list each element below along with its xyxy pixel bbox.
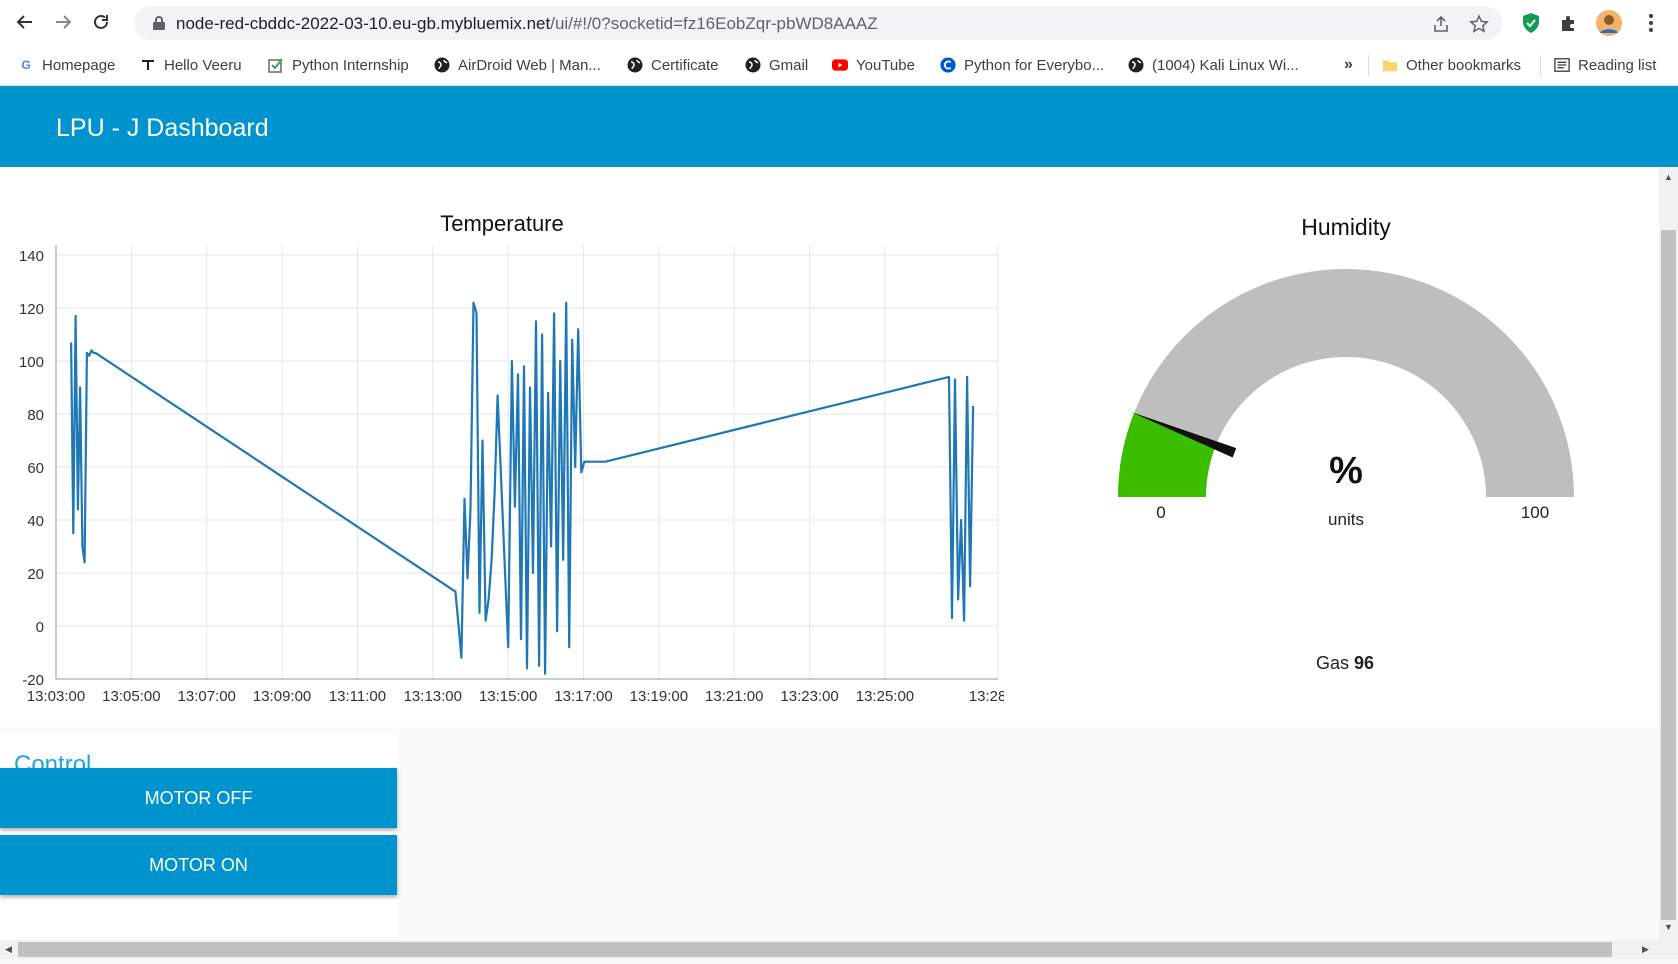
youtube-icon bbox=[832, 57, 848, 73]
humidity-title: Humidity bbox=[1301, 214, 1391, 240]
bookmark-hello-veeru[interactable]: Hello Veeru bbox=[140, 55, 242, 75]
other-bookmarks-label: Other bookmarks bbox=[1406, 56, 1522, 74]
globe-icon bbox=[434, 57, 450, 73]
globe-icon bbox=[1128, 57, 1144, 73]
extensions-puzzle-icon[interactable] bbox=[1556, 10, 1582, 36]
y-tick-label: 20 bbox=[27, 566, 44, 583]
y-tick-label: -20 bbox=[22, 672, 44, 689]
reload-icon[interactable] bbox=[88, 9, 114, 35]
x-tick-label: 13:23:00 bbox=[780, 688, 838, 705]
folder-icon bbox=[1382, 57, 1398, 73]
gauge-units: units bbox=[1328, 510, 1364, 529]
coursera-icon bbox=[940, 57, 956, 73]
y-tick-label: 0 bbox=[36, 619, 44, 636]
x-tick-label: 13:11:00 bbox=[329, 688, 386, 705]
shield-extension-icon[interactable] bbox=[1518, 10, 1544, 36]
bookmark-label: Certificate bbox=[651, 56, 719, 74]
hanger-icon bbox=[140, 57, 156, 73]
x-tick-label: 13:03:00 bbox=[27, 688, 85, 705]
gas-label: Gas bbox=[1315, 653, 1349, 673]
motor-off-button[interactable]: MOTOR OFF bbox=[0, 768, 397, 828]
gas-value: 96 bbox=[1354, 653, 1375, 673]
x-tick-label: 13:13:00 bbox=[404, 688, 462, 705]
x-tick-label: 13:17:00 bbox=[554, 688, 612, 705]
forward-icon[interactable] bbox=[50, 9, 76, 35]
y-tick-label: 60 bbox=[27, 460, 44, 477]
gauge-max-label: 100 bbox=[1520, 503, 1550, 522]
google-icon: G bbox=[21, 58, 31, 72]
bookmark-label: (1004) Kali Linux Wi... bbox=[1152, 56, 1299, 74]
bookmark-label: Python Internship bbox=[292, 56, 409, 74]
gauge-percent-symbol: % bbox=[1329, 450, 1363, 492]
page-title: LPU - J Dashboard bbox=[56, 114, 269, 142]
share-icon[interactable] bbox=[1430, 13, 1452, 35]
x-tick-label: 13:05:00 bbox=[102, 688, 160, 705]
scroll-up-arrow-icon[interactable]: ▲ bbox=[1664, 172, 1673, 182]
url-path: /ui/#!/0?socketid=fz16EobZqr-pbWD8AAAZ bbox=[550, 14, 878, 33]
motor-on-button[interactable]: MOTOR ON bbox=[0, 835, 397, 895]
scroll-right-arrow-icon[interactable]: ▶ bbox=[1642, 944, 1649, 955]
bookmark-certificate[interactable]: Certificate bbox=[627, 55, 719, 75]
horizontal-scrollbar-thumb[interactable] bbox=[18, 942, 1612, 957]
bookmark-youtube[interactable]: YouTube bbox=[832, 55, 915, 75]
menu-dots-icon[interactable] bbox=[1638, 10, 1664, 36]
scroll-left-arrow-icon[interactable]: ◀ bbox=[5, 944, 12, 955]
y-tick-label: 40 bbox=[27, 513, 44, 530]
y-tick-label: 100 bbox=[19, 354, 44, 371]
dashboard-header: LPU - J Dashboard bbox=[0, 86, 1678, 167]
temperature-chart: 140 120 100 80 60 40 20 0 -2013:03:00 13:05:00 13:… bbox=[19, 245, 1004, 705]
checkbox-icon bbox=[268, 57, 284, 73]
sensor-card: Temperature 140 120 100 80 60 40 20 0 -20 13:03:0… bbox=[0, 167, 1659, 727]
y-tick-label: 140 bbox=[19, 248, 44, 265]
bookmark-airdroid[interactable]: AirDroid Web | Man... bbox=[434, 55, 601, 75]
profile-avatar-icon[interactable] bbox=[1596, 10, 1622, 36]
bookmark-divider bbox=[1368, 55, 1369, 77]
reading-list-button[interactable]: Reading list bbox=[1554, 55, 1656, 75]
y-tick-label: 120 bbox=[19, 301, 44, 318]
x-tick-label: 13:19:00 bbox=[630, 688, 688, 705]
bookmark-python-everybody[interactable]: Python for Everybo... bbox=[940, 55, 1104, 75]
other-bookmarks-button[interactable]: Other bookmarks bbox=[1382, 55, 1521, 75]
bookmark-label: AirDroid Web | Man... bbox=[458, 56, 601, 74]
bookmark-kali-linux[interactable]: (1004) Kali Linux Wi... bbox=[1128, 55, 1299, 75]
globe-icon bbox=[627, 57, 643, 73]
gas-readout: Gas 96 bbox=[1280, 653, 1410, 674]
vertical-scrollbar-thumb[interactable] bbox=[1661, 230, 1676, 920]
address-bar[interactable]: node-red-cbddc-2022-03-10.eu-gb.mybluemi… bbox=[134, 6, 1502, 40]
bookmark-python-internship[interactable]: Python Internship bbox=[268, 55, 409, 75]
globe-icon bbox=[745, 57, 761, 73]
y-tick-label: 80 bbox=[27, 407, 44, 424]
bookmark-label: Hello Veeru bbox=[164, 56, 242, 74]
x-tick-label: 13:25:00 bbox=[856, 688, 914, 705]
dashboard-content: Temperature 140 120 100 80 60 40 20 0 -20 13:03:0… bbox=[0, 167, 1659, 940]
star-icon[interactable] bbox=[1468, 13, 1490, 35]
x-tick-label: 13:09:00 bbox=[253, 688, 311, 705]
url-host: node-red-cbddc-2022-03-10.eu-gb.mybluemi… bbox=[176, 14, 551, 33]
bookmark-label: YouTube bbox=[856, 56, 915, 74]
bookmarks-overflow-button[interactable]: » bbox=[1344, 55, 1353, 75]
bookmark-homepage[interactable]: G Homepage bbox=[18, 55, 115, 75]
bookmarks-bar: G Homepage Hello Veeru Python Internship… bbox=[0, 45, 1678, 86]
x-tick-label: 13:15:00 bbox=[479, 688, 537, 705]
bookmark-divider bbox=[1540, 55, 1541, 77]
reading-list-label: Reading list bbox=[1578, 56, 1657, 74]
gauge-min-label: 0 bbox=[1156, 503, 1166, 522]
bookmark-label: Python for Everybo... bbox=[964, 56, 1105, 74]
bookmark-label: Homepage bbox=[42, 56, 116, 74]
bookmark-label: Gmail bbox=[769, 56, 809, 74]
x-tick-label: 13:21:00 bbox=[705, 688, 763, 705]
url-text[interactable]: node-red-cbddc-2022-03-10.eu-gb.mybluemi… bbox=[176, 14, 878, 34]
control-card: Control MOTOR OFF MOTOR ON bbox=[0, 733, 397, 940]
x-tick-label: 13:28:00 bbox=[969, 688, 1004, 705]
bookmark-gmail[interactable]: Gmail bbox=[745, 55, 808, 75]
x-tick-label: 13:07:00 bbox=[178, 688, 236, 705]
reading-list-icon bbox=[1554, 57, 1570, 73]
back-icon[interactable] bbox=[12, 9, 38, 35]
browser-toolbar: node-red-cbddc-2022-03-10.eu-gb.mybluemi… bbox=[0, 0, 1678, 45]
scroll-down-arrow-icon[interactable]: ▼ bbox=[1664, 922, 1673, 932]
lock-icon bbox=[152, 15, 166, 36]
